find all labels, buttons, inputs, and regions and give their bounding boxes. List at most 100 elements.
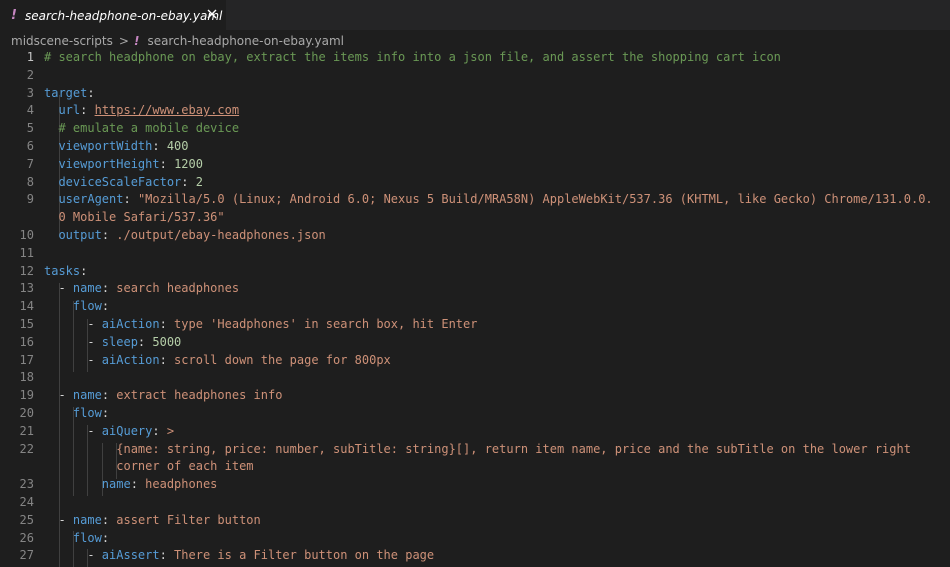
code-token: : <box>87 85 95 100</box>
code-token: 5000 <box>152 334 182 349</box>
code-line[interactable]: 17 - aiAction: scroll down the page for … <box>0 352 950 370</box>
code-token: : <box>101 228 117 242</box>
code-line[interactable]: 20 flow: <box>0 405 950 423</box>
code-token: : <box>101 512 117 527</box>
code-token: 1200 <box>174 156 203 171</box>
code-line[interactable]: 6 viewportWidth: 400 <box>0 138 950 156</box>
code-token: 2 <box>195 174 203 189</box>
code-line[interactable]: 19 - name: extract headphones info <box>0 387 950 405</box>
line-number: 1 <box>26 50 34 64</box>
code-token: extract headphones info <box>116 388 283 403</box>
code-token: target <box>44 85 88 100</box>
code-line[interactable]: 23 name: headphones <box>0 476 950 494</box>
code-text: - aiAction: type 'Headphones' in search … <box>44 316 477 334</box>
line-number: 27 <box>19 548 34 563</box>
code-text: - aiAction: scroll down the page for 800… <box>44 352 390 370</box>
code-token: There is a Filter button on the page <box>174 548 435 563</box>
code-line[interactable]: 10 output: ./output/ebay-headphones.json <box>0 227 950 245</box>
code-text: viewportHeight: 1200 <box>44 156 203 174</box>
line-number: 6 <box>26 139 34 153</box>
code-token: output <box>58 228 102 242</box>
line-number: 24 <box>19 495 34 509</box>
code-line[interactable]: 18 <box>0 369 950 387</box>
code-text: tasks: <box>44 263 87 281</box>
breadcrumb-file[interactable]: search-headphone-on-ebay.yaml <box>147 34 344 48</box>
code-line[interactable]: 3 target: <box>0 85 950 103</box>
code-token: aiAction <box>101 317 160 331</box>
code-token: - <box>44 512 73 527</box>
code-line[interactable]: 1 # search headphone on ebay, extract the… <box>0 49 950 67</box>
tab-bar: ! search-headphone-on-ebay.yaml <box>0 0 950 30</box>
code-token: # emulate a mobile device <box>58 121 240 136</box>
code-line[interactable]: 24 <box>0 494 950 512</box>
code-editor[interactable]: 1 # search headphone on ebay, extract the… <box>0 49 950 567</box>
code-line[interactable]: 26 flow: <box>0 530 950 548</box>
code-token: : <box>101 388 117 403</box>
code-line[interactable]: 27 - aiAssert: There is a Filter button … <box>0 547 950 565</box>
code-token: : <box>80 263 88 278</box>
code-line[interactable]: 22 {name: string, price: number, subTitl… <box>0 441 950 459</box>
code-text: target: <box>44 85 95 103</box>
line-number: 17 <box>19 352 34 367</box>
code-line[interactable]: 4 url: https://www.ebay.com <box>0 102 950 120</box>
code-line[interactable]: 7 viewportHeight: 1200 <box>0 156 950 174</box>
code-line[interactable]: corner of each item <box>0 458 950 476</box>
code-token: : <box>159 352 175 367</box>
code-token: : <box>152 139 167 153</box>
code-line[interactable]: 5 # emulate a mobile device <box>0 120 950 138</box>
code-line[interactable]: 12 tasks: <box>0 263 950 281</box>
code-token: flow <box>72 299 102 314</box>
line-number: 20 <box>19 406 34 420</box>
code-text: - aiQuery: > <box>44 423 174 441</box>
line-number: 5 <box>26 121 34 136</box>
code-token: : <box>137 334 153 349</box>
code-line[interactable]: 25 - name: assert Filter button <box>0 512 950 530</box>
line-number: 22 <box>19 441 34 456</box>
line-number: 18 <box>19 370 34 385</box>
code-token: - <box>44 334 102 349</box>
code-token: viewportWidth <box>58 139 153 153</box>
code-token[interactable]: https://www.ebay.com <box>95 103 240 117</box>
code-line[interactable]: 2 <box>0 67 950 85</box>
code-line[interactable]: 0 Mobile Safari/537.36" <box>0 209 950 227</box>
line-number: 7 <box>26 156 34 171</box>
code-line[interactable]: 11 <box>0 245 950 263</box>
code-line[interactable]: 15 - aiAction: type 'Headphones' in sear… <box>0 316 950 334</box>
code-text: # search headphone on ebay, extract the … <box>44 49 781 67</box>
code-token: - <box>44 423 102 438</box>
code-token: 400 <box>166 139 189 153</box>
code-token: headphones <box>145 477 218 492</box>
code-line[interactable]: 21 - aiQuery: > <box>0 423 950 441</box>
line-number: 25 <box>19 512 34 527</box>
code-token: aiAssert <box>101 548 160 563</box>
code-token: type 'Headphones' in search box, hit Ent… <box>174 317 478 331</box>
editor-tab-active[interactable]: ! search-headphone-on-ebay.yaml <box>0 0 226 30</box>
code-token: 0 Mobile Safari/537.36" <box>58 210 225 225</box>
code-text: name: headphones <box>44 476 218 494</box>
code-token: - <box>44 548 102 563</box>
code-text: url: https://www.ebay.com <box>44 102 239 120</box>
code-token: - <box>44 388 73 403</box>
line-number: 19 <box>19 388 34 403</box>
code-token: aiAction <box>101 352 160 367</box>
code-token: viewportHeight <box>58 156 160 171</box>
code-token: : <box>80 103 95 118</box>
code-line[interactable]: 8 deviceScaleFactor: 2 <box>0 174 950 192</box>
code-line[interactable]: 9 userAgent: "Mozilla/5.0 (Linux; Androi… <box>0 191 950 209</box>
code-token: "Mozilla/5.0 (Linux; Android 6.0; Nexus … <box>137 192 933 207</box>
code-token: search headphones <box>116 281 240 296</box>
code-token: - <box>44 281 73 296</box>
code-line[interactable]: 14 flow: <box>0 298 950 316</box>
close-icon[interactable] <box>205 7 219 21</box>
code-token: > <box>166 423 175 438</box>
code-text: viewportWidth: 400 <box>44 138 189 156</box>
code-line[interactable]: 13 - name: search headphones <box>0 280 950 298</box>
code-line[interactable]: 16 - sleep: 5000 <box>0 334 950 352</box>
breadcrumb-folder[interactable]: midscene-scripts <box>11 34 113 48</box>
